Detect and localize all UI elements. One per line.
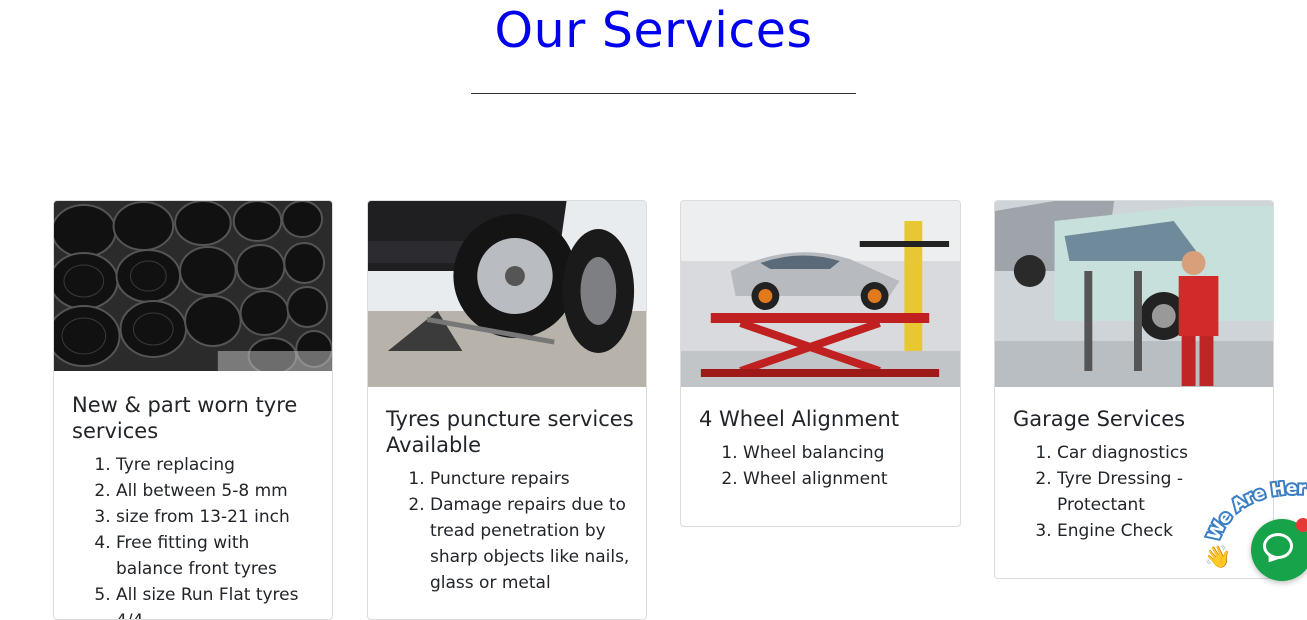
alignment-lift-image [681, 201, 960, 387]
waving-hand-icon: 👋 [1204, 545, 1232, 570]
card-title: Tyres puncture services Available [386, 407, 634, 457]
card-title: 4 Wheel Alignment [699, 407, 900, 431]
tyre-stack-image [54, 201, 332, 371]
section-title: Our Services [494, 2, 813, 59]
title-divider [471, 93, 856, 94]
service-list: Puncture repairs Damage repairs due to t… [386, 466, 634, 596]
mechanic-garage-image [995, 201, 1273, 387]
list-item: Damage repairs due to tread penetration … [430, 492, 634, 596]
service-card-tyres: New & part worn tyre services Tyre repla… [53, 200, 333, 620]
list-item: Puncture repairs [430, 466, 634, 492]
notification-badge [1296, 518, 1307, 532]
list-item: Free fitting with balance front tyres [116, 530, 320, 582]
card-title: New & part worn tyre services [72, 393, 298, 443]
list-item: Wheel alignment [743, 466, 948, 492]
list-item: size from 13-21 inch [116, 504, 320, 530]
card-title: Garage Services [1013, 407, 1186, 431]
service-list: Tyre replacing All between 5-8 mm size f… [72, 452, 320, 619]
list-item: Tyre replacing [116, 452, 320, 478]
service-card-puncture: Tyres puncture services Available Punctu… [367, 200, 647, 620]
list-item: Wheel balancing [743, 440, 948, 466]
list-item: All between 5-8 mm [116, 478, 320, 504]
car-jack-image [368, 201, 646, 387]
list-item: Car diagnostics [1057, 440, 1261, 466]
service-list: Wheel balancing Wheel alignment [699, 440, 948, 492]
service-card-alignment: 4 Wheel Alignment Wheel balancing Wheel … [680, 200, 961, 527]
list-item: All size Run Flat tyres 4/4 [116, 582, 320, 619]
